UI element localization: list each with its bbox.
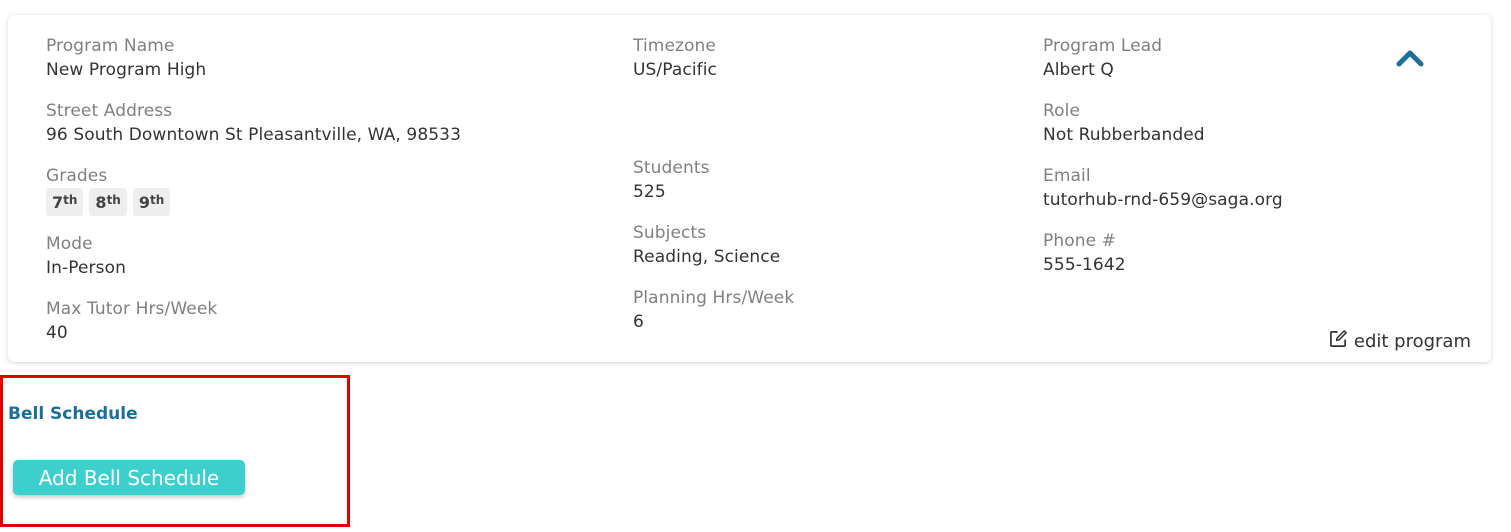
phone-field: Phone # 555-1642 xyxy=(1043,231,1126,276)
role-field: Role Not Rubberbanded xyxy=(1043,101,1205,146)
max-tutor-label: Max Tutor Hrs/Week xyxy=(46,299,218,319)
timezone-label: Timezone xyxy=(633,36,716,56)
grades-field: Grades 7th 8th 9th xyxy=(46,166,171,216)
mode-value: In-Person xyxy=(46,258,126,278)
program-lead-value: Albert Q xyxy=(1043,60,1114,80)
email-value: tutorhub-rnd-659@saga.org xyxy=(1043,190,1283,210)
timezone-field: Timezone US/Pacific xyxy=(633,36,717,81)
edit-icon xyxy=(1329,329,1348,353)
street-address-field: Street Address 96 South Downtown St Plea… xyxy=(46,101,461,146)
phone-value: 555-1642 xyxy=(1043,255,1126,275)
max-tutor-field: Max Tutor Hrs/Week 40 xyxy=(46,299,217,344)
program-card: Program Name New Program High Street Add… xyxy=(8,15,1491,362)
street-address-label: Street Address xyxy=(46,101,173,121)
grade-chip: 9th xyxy=(132,188,171,216)
grade-number: 7 xyxy=(52,193,64,212)
role-label: Role xyxy=(1043,101,1081,121)
grade-number: 8 xyxy=(95,193,107,212)
edit-program-label: edit program xyxy=(1353,330,1471,352)
street-address-value: 96 South Downtown St Pleasantville, WA, … xyxy=(46,125,461,145)
grade-number: 9 xyxy=(138,193,150,212)
grade-suffix: th xyxy=(106,193,121,207)
phone-label: Phone # xyxy=(1043,231,1117,251)
email-field: Email tutorhub-rnd-659@saga.org xyxy=(1043,166,1283,211)
subjects-label: Subjects xyxy=(633,223,707,243)
add-bell-schedule-button[interactable]: Add Bell Schedule xyxy=(13,460,245,495)
grade-chip: 8th xyxy=(89,188,127,216)
email-label: Email xyxy=(1043,166,1091,186)
grade-chip: 7th xyxy=(46,188,84,216)
program-name-label: Program Name xyxy=(46,36,175,56)
timezone-value: US/Pacific xyxy=(633,60,717,80)
role-value: Not Rubberbanded xyxy=(1043,125,1205,145)
subjects-field: Subjects Reading, Science xyxy=(633,223,780,268)
program-name-value: New Program High xyxy=(46,60,207,80)
planning-value: 6 xyxy=(633,312,644,332)
planning-field: Planning Hrs/Week 6 xyxy=(633,288,794,333)
planning-label: Planning Hrs/Week xyxy=(633,288,795,308)
grade-suffix: th xyxy=(149,193,165,207)
program-lead-label: Program Lead xyxy=(1043,36,1163,56)
students-label: Students xyxy=(633,158,710,178)
chevron-up-icon[interactable] xyxy=(1395,45,1425,69)
mode-field: Mode In-Person xyxy=(46,234,126,279)
mode-label: Mode xyxy=(46,234,93,254)
students-value: 525 xyxy=(633,182,666,202)
bell-schedule-title: Bell Schedule xyxy=(8,404,138,424)
max-tutor-value: 40 xyxy=(46,323,68,343)
grade-suffix: th xyxy=(63,193,78,207)
grades-list: 7th 8th 9th xyxy=(46,188,171,216)
program-name-field: Program Name New Program High xyxy=(46,36,206,81)
grades-label: Grades xyxy=(46,166,108,186)
subjects-value: Reading, Science xyxy=(633,247,781,267)
edit-program-link[interactable]: edit program xyxy=(1329,329,1471,353)
students-field: Students 525 xyxy=(633,158,710,203)
bell-schedule-section: Bell Schedule Add Bell Schedule xyxy=(0,375,350,527)
program-lead-field: Program Lead Albert Q xyxy=(1043,36,1162,81)
